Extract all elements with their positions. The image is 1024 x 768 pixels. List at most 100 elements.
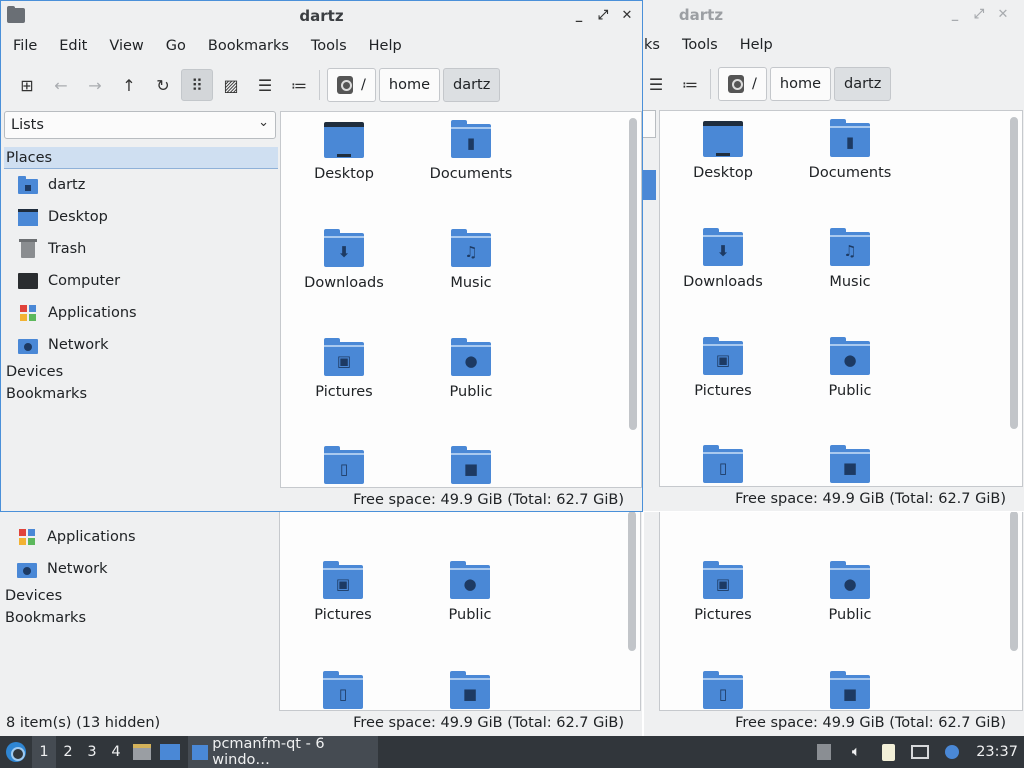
sidebar-item-trash[interactable]: Trash [4, 233, 278, 265]
file-manager-launcher-icon[interactable] [128, 736, 156, 768]
window-title: dartz [678, 6, 724, 24]
file-manager-window-active: dartz _ ⤢ ✕ File Edit View Go Bookmarks … [0, 0, 643, 512]
file-item-pictures[interactable]: ▣ Pictures [663, 561, 783, 623]
breadcrumb-root[interactable]: / [718, 67, 767, 101]
file-item-templates[interactable]: ▯ [663, 671, 783, 709]
sidebar-mode-select[interactable]: Lists ⌄ [4, 111, 276, 139]
file-item-music[interactable]: ♫ Music [790, 228, 910, 290]
file-item-public[interactable]: ● Public [790, 561, 910, 623]
compact-view-icon[interactable]: ☰ [642, 68, 672, 100]
menu-file[interactable]: File [1, 38, 47, 54]
menu-tools[interactable]: Tools [299, 38, 357, 54]
maximize-icon[interactable]: ⤢ [594, 6, 612, 24]
file-item-desktop[interactable]: Desktop [284, 120, 404, 182]
file-item-templates[interactable]: ▯ [663, 445, 783, 483]
clock[interactable]: 23:37 [968, 744, 1024, 760]
clipboard-icon[interactable] [872, 736, 904, 768]
network-status-icon[interactable] [904, 736, 936, 768]
title-bar[interactable]: dartz _ ⤢ ✕ [1, 1, 642, 31]
file-item-downloads[interactable]: ⬇ Downloads [663, 228, 783, 290]
desktop-switch-1[interactable]: 1 [32, 736, 56, 768]
file-item-pictures[interactable]: ▣ Pictures [284, 338, 404, 400]
file-item-downloads[interactable]: ⬇ Downloads [284, 229, 404, 291]
tray-arrow-icon[interactable] [808, 736, 840, 768]
file-item-public[interactable]: ● Public [411, 338, 531, 400]
back-arrow-icon[interactable]: ← [45, 69, 77, 101]
breadcrumb-dartz[interactable]: dartz [443, 68, 501, 102]
show-desktop-icon[interactable] [156, 736, 184, 768]
sidebar-item-applications[interactable]: Applications [4, 297, 278, 329]
menu-edit[interactable]: Edit [47, 38, 97, 54]
file-item-documents[interactable]: ▮ Documents [411, 120, 531, 182]
volume-icon[interactable]: 🔈︎ [840, 736, 872, 768]
file-item-videos[interactable]: ■ [411, 446, 531, 484]
sidebar-section-devices[interactable]: Devices [4, 361, 278, 383]
sidebar-section-bookmarks[interactable]: Bookmarks [3, 607, 277, 629]
sidebar-item-network[interactable]: Network [4, 329, 278, 361]
file-item-documents[interactable]: ▮ Documents [790, 119, 910, 181]
sidebar-section-bookmarks[interactable]: Bookmarks [4, 383, 278, 405]
breadcrumb-dartz[interactable]: dartz [834, 67, 892, 101]
sidebar-item-applications[interactable]: Applications [3, 521, 277, 553]
file-item-videos[interactable]: ■ [790, 445, 910, 483]
scrollbar-thumb[interactable] [628, 512, 636, 651]
menu-view[interactable]: View [97, 38, 153, 54]
up-arrow-icon[interactable]: ↑ [113, 69, 145, 101]
menu-bookmarks[interactable]: Bookmarks [196, 38, 299, 54]
file-item-public[interactable]: ● Public [790, 337, 910, 399]
file-item-videos[interactable]: ■ [410, 671, 530, 709]
desktop-switch-3[interactable]: 3 [80, 736, 104, 768]
menu-help[interactable]: Help [357, 38, 412, 54]
home-folder-icon [18, 176, 38, 194]
icon-view-icon[interactable]: ⠿ [181, 69, 213, 101]
reload-icon[interactable]: ↻ [147, 69, 179, 101]
taskbar-window-group[interactable]: pcmanfm-qt - 6 windo… [188, 736, 378, 768]
title-bar[interactable]: dartz _ ⤢ ✕ [642, 0, 1024, 30]
sidebar-section-devices[interactable]: Devices [3, 585, 277, 607]
scrollbar-thumb[interactable] [1010, 512, 1018, 651]
breadcrumb-home[interactable]: home [769, 67, 831, 101]
sidebar-item-label: Applications [47, 529, 136, 545]
file-view[interactable]: ▣ Pictures ● Public ▯ ■ [659, 512, 1023, 711]
file-item-music[interactable]: ♫ Music [411, 229, 531, 291]
file-item-desktop[interactable]: Desktop [663, 119, 783, 181]
thumbnail-view-icon[interactable]: ▨ [215, 69, 247, 101]
breadcrumb-home[interactable]: home [378, 68, 440, 102]
menu-bookmarks-partial[interactable]: ks [642, 37, 670, 53]
forward-arrow-icon[interactable]: → [79, 69, 111, 101]
file-view[interactable]: Desktop ▮ Documents ⬇ Downloads ♫ Music … [280, 111, 642, 488]
menu-tools[interactable]: Tools [670, 37, 728, 53]
file-item-templates[interactable]: ▯ [283, 671, 403, 709]
file-view[interactable]: ▣ Pictures ● Public ▯ ■ [279, 512, 641, 711]
sidebar-item-computer[interactable]: Computer [4, 265, 278, 297]
detailed-list-icon[interactable]: ≔ [283, 69, 315, 101]
sidebar-item-network[interactable]: Network [3, 553, 277, 585]
file-item-pictures[interactable]: ▣ Pictures [663, 337, 783, 399]
close-icon[interactable]: ✕ [994, 5, 1012, 23]
file-item-pictures[interactable]: ▣ Pictures [283, 561, 403, 623]
start-menu-icon[interactable] [0, 736, 32, 768]
compact-view-icon[interactable]: ☰ [249, 69, 281, 101]
breadcrumb-root[interactable]: / [327, 68, 376, 102]
file-item-videos[interactable]: ■ [790, 671, 910, 709]
scrollbar-thumb[interactable] [629, 118, 637, 430]
file-item-public[interactable]: ● Public [410, 561, 530, 623]
file-view[interactable]: Desktop ▮ Documents ⬇ Downloads ♫ Music … [659, 110, 1023, 487]
menu-help[interactable]: Help [728, 37, 783, 53]
menu-go[interactable]: Go [154, 38, 196, 54]
update-notifier-icon[interactable] [936, 736, 968, 768]
desktop-switch-4[interactable]: 4 [104, 736, 128, 768]
file-item-templates[interactable]: ▯ [284, 446, 404, 484]
sidebar-item-dartz[interactable]: dartz [4, 169, 278, 201]
folder-pictures-icon: ▣ [324, 338, 364, 376]
scrollbar-thumb[interactable] [1010, 117, 1018, 429]
close-icon[interactable]: ✕ [618, 6, 636, 24]
new-tab-icon[interactable]: ⊞ [11, 69, 43, 101]
maximize-icon[interactable]: ⤢ [970, 5, 988, 23]
desktop-switch-2[interactable]: 2 [56, 736, 80, 768]
minimize-icon[interactable]: _ [570, 6, 588, 24]
sidebar-item-desktop[interactable]: Desktop [4, 201, 278, 233]
detailed-list-icon[interactable]: ≔ [674, 68, 706, 100]
minimize-icon[interactable]: _ [946, 5, 964, 23]
sidebar-section-places[interactable]: Places [4, 147, 278, 169]
